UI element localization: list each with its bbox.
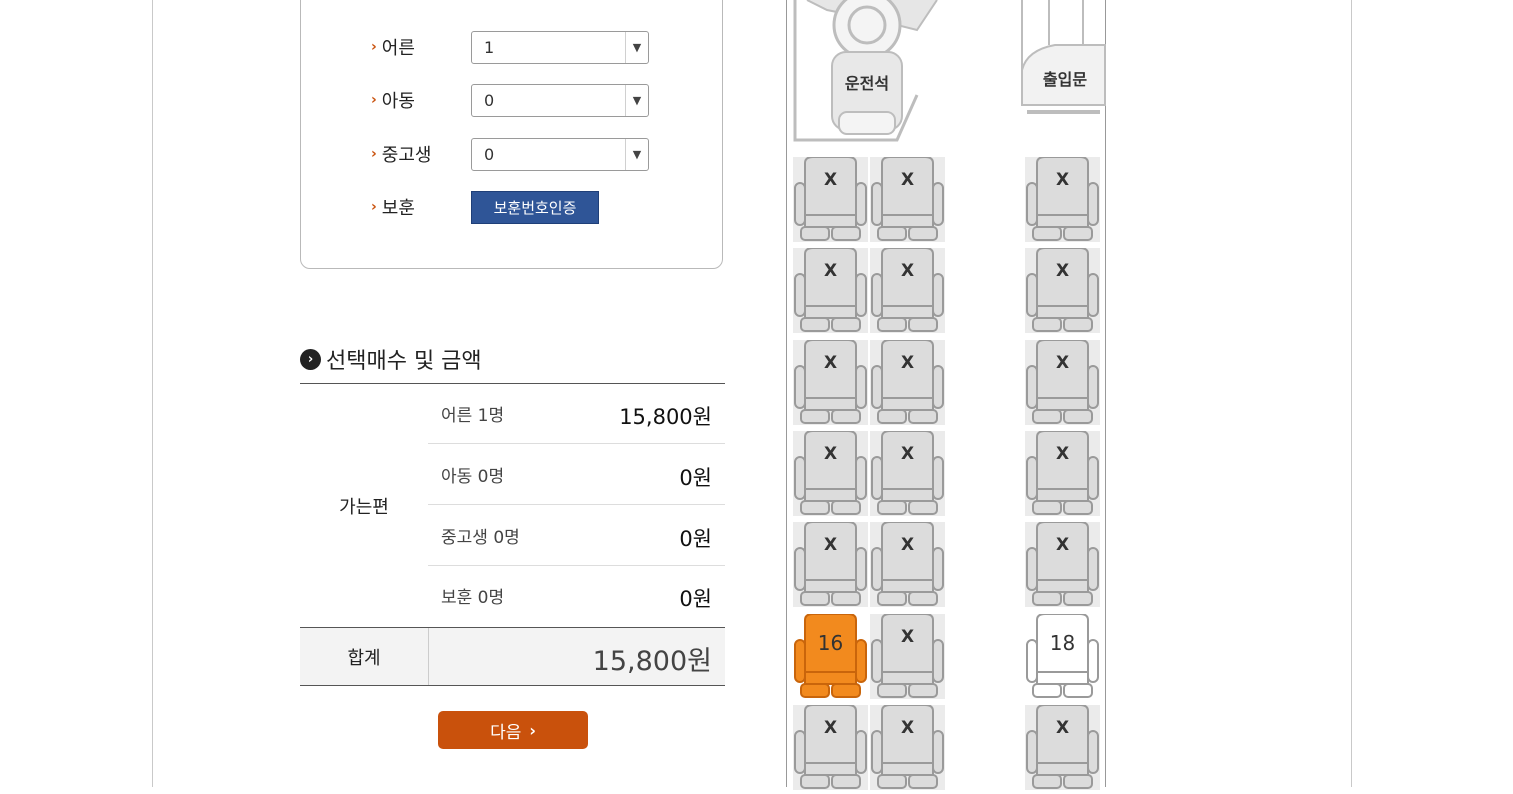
next-button-label: 다음: [490, 722, 522, 743]
bullet-chevron-icon: ›: [371, 92, 377, 108]
seat-label: X: [900, 718, 915, 738]
child-count-value: 0: [484, 90, 495, 110]
student-row: › 중고생 0 ▼: [371, 136, 649, 172]
fare-row: 중고생 0명 0원: [428, 506, 725, 566]
seat-5: X: [870, 247, 945, 333]
seat-14: X: [870, 521, 945, 607]
seat-3: X: [1025, 156, 1100, 242]
fare-row-amount: 15,800원: [619, 405, 712, 429]
seat-label: X: [1055, 353, 1070, 373]
seat-21: X: [1025, 704, 1100, 790]
seat-16[interactable]: 16: [793, 613, 868, 699]
bus-seat-map: 운전석 출입문 X X X X X X X X X X X X X X X 16 X 18 X X X: [786, 0, 1106, 790]
fare-row-amount: 0원: [679, 527, 712, 551]
seat-label: X: [823, 444, 838, 464]
child-label: 아동: [381, 91, 415, 112]
chevron-down-icon: ▼: [625, 84, 648, 116]
adult-count-value: 1: [484, 37, 495, 57]
bullet-chevron-icon: ›: [371, 39, 377, 55]
seat-label: X: [900, 444, 915, 464]
fare-row-label: 중고생 0명: [441, 528, 520, 548]
child-count-select[interactable]: 0 ▼: [471, 83, 649, 117]
seat-11: X: [870, 430, 945, 516]
page-frame-right: [1351, 0, 1352, 787]
seat-label: X: [1055, 444, 1070, 464]
veteran-auth-button[interactable]: 보훈번호인증: [471, 190, 599, 224]
student-label: 중고생: [381, 145, 432, 166]
seat-4: X: [793, 247, 868, 333]
fare-row-label: 보훈 0명: [441, 588, 505, 608]
seat-label: X: [900, 170, 915, 190]
total-amount: 15,800원: [592, 646, 712, 677]
next-button[interactable]: 다음 ›: [438, 711, 588, 749]
seat-10: X: [793, 430, 868, 516]
fare-row: 어른 1명 15,800원: [428, 384, 725, 444]
circle-chevron-icon: ›: [300, 348, 321, 370]
seat-label: X: [1055, 170, 1070, 190]
seat-8: X: [870, 339, 945, 425]
bullet-chevron-icon: ›: [371, 199, 377, 215]
seat-20: X: [870, 704, 945, 790]
adult-count-select[interactable]: 1 ▼: [471, 30, 649, 64]
seat-label: X: [823, 261, 838, 281]
seat-18[interactable]: 18: [1025, 613, 1100, 699]
fare-row-amount: 0원: [679, 587, 712, 611]
seat-1: X: [793, 156, 868, 242]
seat-label: X: [823, 535, 838, 555]
page-frame-left: [152, 0, 153, 787]
veteran-label: 보훈: [381, 198, 415, 219]
seat-label: X: [1055, 261, 1070, 281]
summary-title-text: 선택매수 및 금액: [326, 349, 482, 374]
student-count-select[interactable]: 0 ▼: [471, 137, 649, 171]
seat-2: X: [870, 156, 945, 242]
seat-19: X: [793, 704, 868, 790]
driver-seat-label: 운전석: [844, 74, 890, 93]
chevron-right-icon: ›: [529, 720, 536, 740]
child-row: › 아동 0 ▼: [371, 82, 649, 118]
fare-row-label: 어른 1명: [441, 406, 505, 426]
seat-12: X: [1025, 430, 1100, 516]
fare-row: 아동 0명 0원: [428, 445, 725, 505]
seat-label: X: [823, 353, 838, 373]
seat-label: X: [900, 535, 915, 555]
total-label: 합계: [300, 628, 429, 685]
seat-17: X: [870, 613, 945, 699]
seat-label: 16: [817, 631, 844, 655]
seat-13: X: [793, 521, 868, 607]
student-count-value: 0: [484, 144, 495, 164]
door-label: 출입문: [1042, 70, 1088, 89]
adult-row: › 어른 1 ▼: [371, 29, 649, 65]
seat-label: X: [900, 261, 915, 281]
veteran-row: › 보훈 보훈번호인증: [371, 189, 599, 225]
seat-label: X: [900, 353, 915, 373]
seat-9: X: [1025, 339, 1100, 425]
fare-summary-table: 가는편 어른 1명 15,800원 아동 0명 0원 중고생 0명 0원 보훈 …: [300, 383, 725, 686]
seat-7: X: [793, 339, 868, 425]
summary-title: › 선택매수 및 금액: [300, 343, 482, 375]
direction-label: 가는편: [339, 496, 389, 518]
total-row: 합계 15,800원: [300, 627, 725, 686]
bullet-chevron-icon: ›: [371, 146, 377, 162]
chevron-down-icon: ▼: [625, 31, 648, 63]
seat-label: X: [1055, 535, 1070, 555]
seat-label: X: [823, 170, 838, 190]
steering-wheel-icon: [832, 0, 902, 60]
fare-row: 보훈 0명 0원: [428, 566, 725, 626]
seat-label: X: [823, 718, 838, 738]
chevron-down-icon: ▼: [625, 138, 648, 170]
seat-label: 18: [1049, 631, 1076, 655]
seat-icon: [794, 613, 867, 698]
adult-label: 어른: [381, 38, 415, 59]
seat-15: X: [1025, 521, 1100, 607]
seat-label: X: [900, 627, 915, 647]
seat-6: X: [1025, 247, 1100, 333]
seat-label: X: [1055, 718, 1070, 738]
seat-icon: [1026, 613, 1099, 698]
fare-row-label: 아동 0명: [441, 467, 505, 487]
passenger-form: › 어른 1 ▼ › 아동 0 ▼ › 중고생 0 ▼ › 보훈 보훈번호인증: [300, 0, 723, 269]
fare-row-amount: 0원: [679, 466, 712, 490]
